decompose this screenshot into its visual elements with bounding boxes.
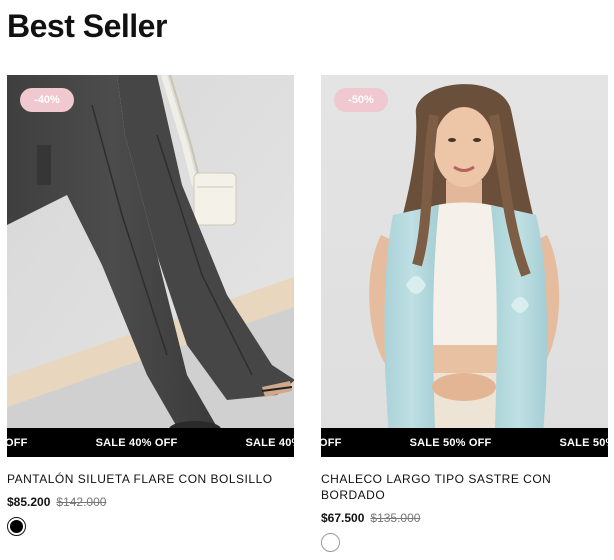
discount-badge: -40% (20, 88, 74, 112)
price-old: $135.000 (370, 511, 421, 525)
bolt-icon (42, 436, 82, 450)
product-photo-vest (321, 75, 608, 457)
price-current: $85.200 (7, 495, 51, 509)
discount-badge: -50% (334, 88, 388, 112)
price-old: $142.000 (56, 495, 107, 509)
color-swatch-black[interactable] (7, 517, 26, 536)
sale-text: SALE 40% OFF (95, 436, 178, 449)
product-card-chaleco[interactable]: -50% OFF SALE 50% OFF SALE 50% OFF CHALE… (321, 75, 608, 552)
sale-text: SALE 50% OFF (409, 436, 492, 449)
price-row: $85.200 $142.000 (7, 494, 294, 510)
product-image-chaleco[interactable]: -50% OFF SALE 50% OFF SALE 50% OFF (321, 75, 608, 457)
section-title: Best Seller (7, 8, 167, 44)
sale-banner: OFF SALE 50% OFF SALE 50% OFF (321, 428, 608, 457)
sale-text: SALE 40% OFF (245, 436, 294, 449)
swatch-fill (324, 536, 337, 549)
product-image-pantalon[interactable]: -40% OFF SALE 40% OFF SALE 40% OFF (7, 75, 294, 457)
color-swatch-white[interactable] (321, 533, 340, 552)
sale-text: OFF (7, 436, 28, 449)
bolt-icon (356, 436, 396, 450)
product-card-pantalon[interactable]: -40% OFF SALE 40% OFF SALE 40% OFF PANTA… (7, 75, 294, 536)
bolt-icon (191, 436, 231, 450)
price-row: $67.500 $135.000 (321, 510, 608, 526)
price-current: $67.500 (321, 511, 365, 525)
product-name[interactable]: CHALECO LARGO TIPO SASTRE CON BORDADO (321, 471, 608, 503)
best-seller-page: Best Seller -40% OFF SALE 40% OFF SALE 4… (0, 0, 614, 560)
sale-text: OFF (321, 436, 342, 449)
bolt-icon (505, 436, 545, 450)
product-photo-pants (7, 75, 294, 457)
swatch-fill (10, 520, 23, 533)
product-name[interactable]: PANTALÓN SILUETA FLARE CON BOLSILLO (7, 471, 294, 487)
sale-banner: OFF SALE 40% OFF SALE 40% OFF (7, 428, 294, 457)
sale-text: SALE 50% OFF (559, 436, 608, 449)
